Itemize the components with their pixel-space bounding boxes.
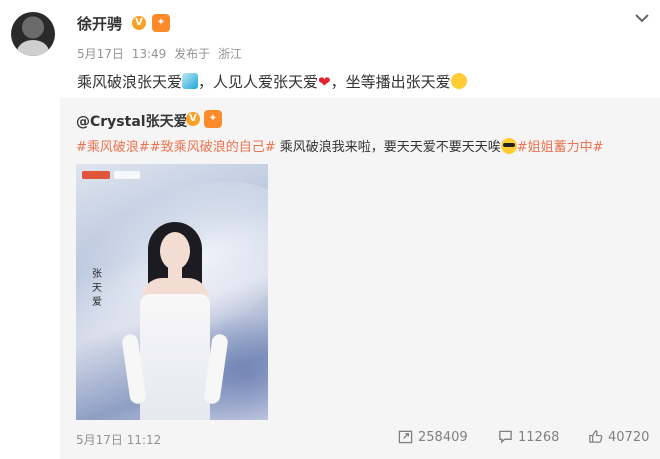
post-text-part2: ，人见人爱张天爱 (198, 73, 319, 91)
post-meta: 5月17日 13:49 发布于 浙江 (77, 45, 246, 62)
heart-emoji-icon: ❤ (318, 73, 331, 91)
original-post-timestamp[interactable]: 5月17日 11:12 (76, 431, 161, 448)
member-level-icon: ✦ (204, 110, 222, 128)
hashtag-link[interactable]: #致乘风破浪的自己# (150, 140, 276, 155)
like-count-button[interactable]: 40720 (588, 429, 649, 445)
author-avatar[interactable] (11, 12, 55, 56)
published-label: 发布于 (174, 47, 211, 61)
verified-badge-icon: V (186, 112, 200, 126)
wave-emoji-icon (182, 73, 199, 89)
original-post-text: #乘风破浪##致乘风破浪的自己# 乘风破浪我来啦，要天天爱不要天天唉 #姐姐蓄力中… (76, 136, 604, 155)
thumbs-up-icon (589, 430, 603, 443)
like-count: 40720 (608, 430, 650, 445)
repost-count: 258409 (418, 430, 468, 445)
author-username[interactable]: 徐开骋 (77, 13, 122, 34)
repost-icon (398, 430, 413, 444)
post-text: 乘风破浪张天爱 ，人见人爱张天爱❤，坐等播出张天爱 (77, 71, 467, 92)
flexed-arm-emoji-icon (450, 73, 467, 89)
member-level-icon: ✦ (152, 14, 170, 32)
chevron-down-icon[interactable] (634, 12, 650, 24)
comment-count-button[interactable]: 11268 (498, 429, 559, 445)
post-text-part1: 乘风破浪张天爱 (77, 73, 183, 91)
platform-logo (82, 171, 110, 179)
show-logo (114, 171, 140, 179)
hashtag-link[interactable]: #姐姐蓄力中# (517, 140, 604, 155)
poster-calligraphy: 张天爱 (92, 269, 102, 308)
post-location: 浙江 (218, 47, 243, 61)
original-text-body: 乘风破浪我来啦，要天天爱不要天天唉 (279, 140, 501, 155)
original-post-date: 5月17日 (76, 433, 123, 447)
post-date[interactable]: 5月17日 (77, 47, 124, 61)
comment-count: 11268 (518, 430, 560, 445)
original-author-handle[interactable]: @Crystal张天爱 (76, 111, 188, 131)
repost-card: @Crystal张天爱 V ✦ #乘风破浪##致乘风破浪的自己# 乘风破浪我来啦… (60, 98, 660, 459)
comment-icon (499, 430, 512, 444)
hashtag-link[interactable]: #乘风破浪# (76, 140, 150, 155)
sunglasses-emoji-icon (500, 138, 517, 154)
post-time[interactable]: 13:49 (132, 47, 167, 61)
post-text-part3: ，坐等播出张天爱 (330, 73, 451, 91)
poster-image[interactable]: 张天爱 (76, 164, 268, 420)
verified-badge-icon: V (132, 16, 146, 30)
repost-count-button[interactable]: 258409 (398, 429, 468, 445)
original-post-time: 11:12 (126, 433, 162, 447)
